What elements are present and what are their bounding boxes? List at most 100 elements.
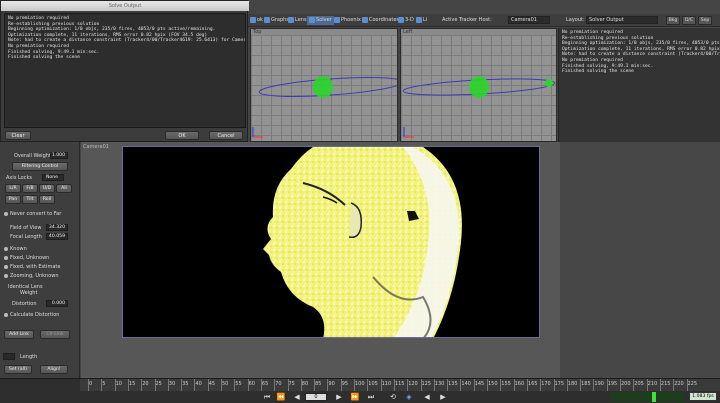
sep-button[interactable]: Sep bbox=[698, 16, 712, 25]
log-line: Beginning optimization: 1/0 objs, 235/0 … bbox=[562, 41, 720, 47]
lock-ud-button[interactable]: U/D bbox=[39, 184, 55, 193]
checkbox-icon bbox=[4, 312, 8, 317]
3d-icon bbox=[398, 16, 404, 23]
focal-length-field[interactable]: 40.059 bbox=[46, 233, 68, 240]
step-back-key-button[interactable]: ⏪ bbox=[276, 392, 286, 402]
layout-label: Layout: bbox=[566, 17, 585, 23]
tab-lens[interactable]: Lens bbox=[288, 16, 307, 25]
clear-button[interactable]: Clear bbox=[5, 131, 31, 140]
tab-graphs[interactable]: Graphs bbox=[264, 16, 289, 25]
never-convert-checkbox[interactable]: Never convert to Far bbox=[4, 211, 61, 217]
current-frame-field[interactable]: 0 bbox=[305, 393, 327, 401]
back-key-button[interactable]: ◀ bbox=[422, 392, 432, 402]
right-side-panel bbox=[560, 142, 720, 378]
timeline-tick-label: 45 bbox=[208, 381, 216, 387]
left-view-panel[interactable]: Left bbox=[400, 28, 557, 142]
timeline-bar: 0 5 10 15 20 25 30 35 40 45 50 55 60 65 70 75 80 85 90 95 10… bbox=[0, 378, 720, 403]
align-button[interactable]: Align! bbox=[40, 365, 68, 374]
bkg-button[interactable]: Bkg bbox=[666, 16, 680, 25]
timeline-tick-label: 25 bbox=[155, 381, 162, 387]
lock-tilt-button[interactable]: Tilt bbox=[22, 195, 38, 204]
lens-zooming-radio[interactable]: Zooming, Unknown bbox=[4, 273, 59, 279]
ok-button[interactable]: OK bbox=[165, 131, 199, 140]
solver-output-log: No premiation required Re-establishing p… bbox=[558, 28, 720, 142]
timeline-tick-label: 130 bbox=[434, 381, 445, 387]
layout-select[interactable]: Solver Output bbox=[586, 16, 658, 24]
timeline-tick-label: 120 bbox=[408, 381, 418, 387]
timeline-ruler[interactable]: 0 5 10 15 20 25 30 35 40 45 50 55 60 65 70 75 80 85 90 95 10… bbox=[80, 379, 720, 391]
tab-3d[interactable]: 3-D bbox=[398, 16, 414, 25]
lock-pan-button[interactable]: Pan bbox=[5, 195, 21, 204]
timeline-tick-label: 195 bbox=[607, 381, 618, 387]
cancel-button[interactable]: Cancel bbox=[209, 131, 243, 140]
head-point-cloud bbox=[263, 147, 462, 337]
tab-li[interactable]: Li bbox=[416, 16, 427, 25]
timeline-tick-label: 190 bbox=[594, 381, 604, 387]
clr-link-button[interactable]: Clr Link bbox=[40, 330, 70, 339]
timeline-tick-label: 35 bbox=[182, 381, 189, 387]
timeline-tick-label: 100 bbox=[355, 381, 365, 387]
timeline-tick-label: 5 bbox=[102, 381, 106, 387]
go-to-start-button[interactable]: ⏮ bbox=[262, 392, 272, 402]
tracker-host-select[interactable]: Camera01 bbox=[508, 16, 550, 24]
add-link-button[interactable]: Add Link bbox=[4, 330, 34, 339]
timeline-tick-label: 55 bbox=[235, 381, 242, 387]
timeline-tick-label: 165 bbox=[527, 381, 538, 387]
tab-icon bbox=[250, 16, 256, 23]
length-label: Length bbox=[20, 354, 38, 360]
top-view-panel[interactable]: Top bbox=[250, 28, 398, 142]
step-back-button[interactable]: ◀ bbox=[292, 392, 302, 402]
phoenix-icon bbox=[334, 16, 340, 23]
timeline-tick-label: 185 bbox=[581, 381, 591, 387]
solver-panel: Overall Weight 1.000 Filtering Control A… bbox=[0, 142, 80, 378]
lens-fixed-estimate-radio[interactable]: Fixed, with Estimate bbox=[4, 264, 60, 270]
timeline-tick-label: 75 bbox=[288, 381, 295, 387]
lens-fixed-unknown-radio[interactable]: Fixed, Unknown bbox=[4, 255, 49, 261]
tab-ok[interactable]: ok bbox=[250, 16, 263, 25]
lock-lr-button[interactable]: L/R bbox=[5, 184, 21, 193]
point-cloud-image[interactable] bbox=[122, 146, 540, 338]
track-forward-icon[interactable]: ◈ bbox=[404, 392, 414, 402]
fov-field[interactable]: 34.320 bbox=[46, 224, 68, 231]
axis-locks-select[interactable]: None bbox=[42, 174, 64, 181]
camera-path-plot bbox=[252, 76, 397, 138]
tab-coordinates[interactable]: Coordinates bbox=[362, 16, 399, 25]
timeline-tick-label: 155 bbox=[501, 381, 511, 387]
radio-icon bbox=[4, 255, 8, 260]
set-all-button[interactable]: Set (all) bbox=[4, 365, 32, 374]
timeline-tick-label: 105 bbox=[368, 381, 378, 387]
timeline-tick-label: 210 bbox=[647, 381, 658, 387]
step-forward-button[interactable]: ⏩ bbox=[350, 392, 360, 402]
lock-fb-button[interactable]: F/B bbox=[22, 184, 38, 193]
dc-button[interactable]: D/C bbox=[682, 16, 696, 25]
solve-output-dialog: Solve Output No premiation required Re-e… bbox=[0, 0, 249, 142]
tab-solver[interactable]: Solver bbox=[307, 16, 334, 25]
filtering-control-button[interactable]: Filtering Control bbox=[12, 162, 68, 171]
link-type-select[interactable] bbox=[3, 353, 15, 360]
lock-roll-button[interactable]: Roll bbox=[39, 195, 55, 204]
focal-length-label: Focal Length bbox=[10, 234, 42, 240]
lens-known-radio[interactable]: Known bbox=[4, 246, 27, 252]
overall-weight-field[interactable]: 1.000 bbox=[50, 152, 68, 159]
radio-icon bbox=[4, 246, 8, 251]
timeline-tick-label: 90 bbox=[328, 381, 335, 387]
forward-key-button[interactable]: ▶ bbox=[438, 392, 448, 402]
timeline-tick-label: 160 bbox=[514, 381, 525, 387]
timeline-tick-label: 205 bbox=[634, 381, 644, 387]
camera-viewport[interactable]: Camera01 bbox=[81, 142, 560, 378]
play-button[interactable]: ▶ bbox=[334, 392, 344, 402]
tab-phoenix[interactable]: Phoenix bbox=[334, 16, 361, 25]
timeline-tick-label: 170 bbox=[541, 381, 551, 387]
lock-all-button[interactable]: All bbox=[56, 184, 72, 193]
timeline-tick-label: 110 bbox=[381, 381, 392, 387]
tracker-host-label: Active Tracker Host: bbox=[442, 17, 492, 23]
go-to-end-button[interactable]: ⏭ bbox=[366, 392, 376, 402]
log-line: Finished solving the scene bbox=[562, 69, 634, 75]
loop-button[interactable]: ⟲ bbox=[388, 392, 398, 402]
lens-icon bbox=[288, 16, 294, 23]
timeline-tick-label: 225 bbox=[687, 381, 698, 387]
timeline-tick-label: 70 bbox=[275, 381, 282, 387]
calculate-distortion-checkbox[interactable]: Calculate Distortion bbox=[4, 312, 59, 318]
distortion-field[interactable]: 0.000 bbox=[46, 300, 68, 307]
axis-locks-label: Axis Locks bbox=[6, 175, 32, 181]
